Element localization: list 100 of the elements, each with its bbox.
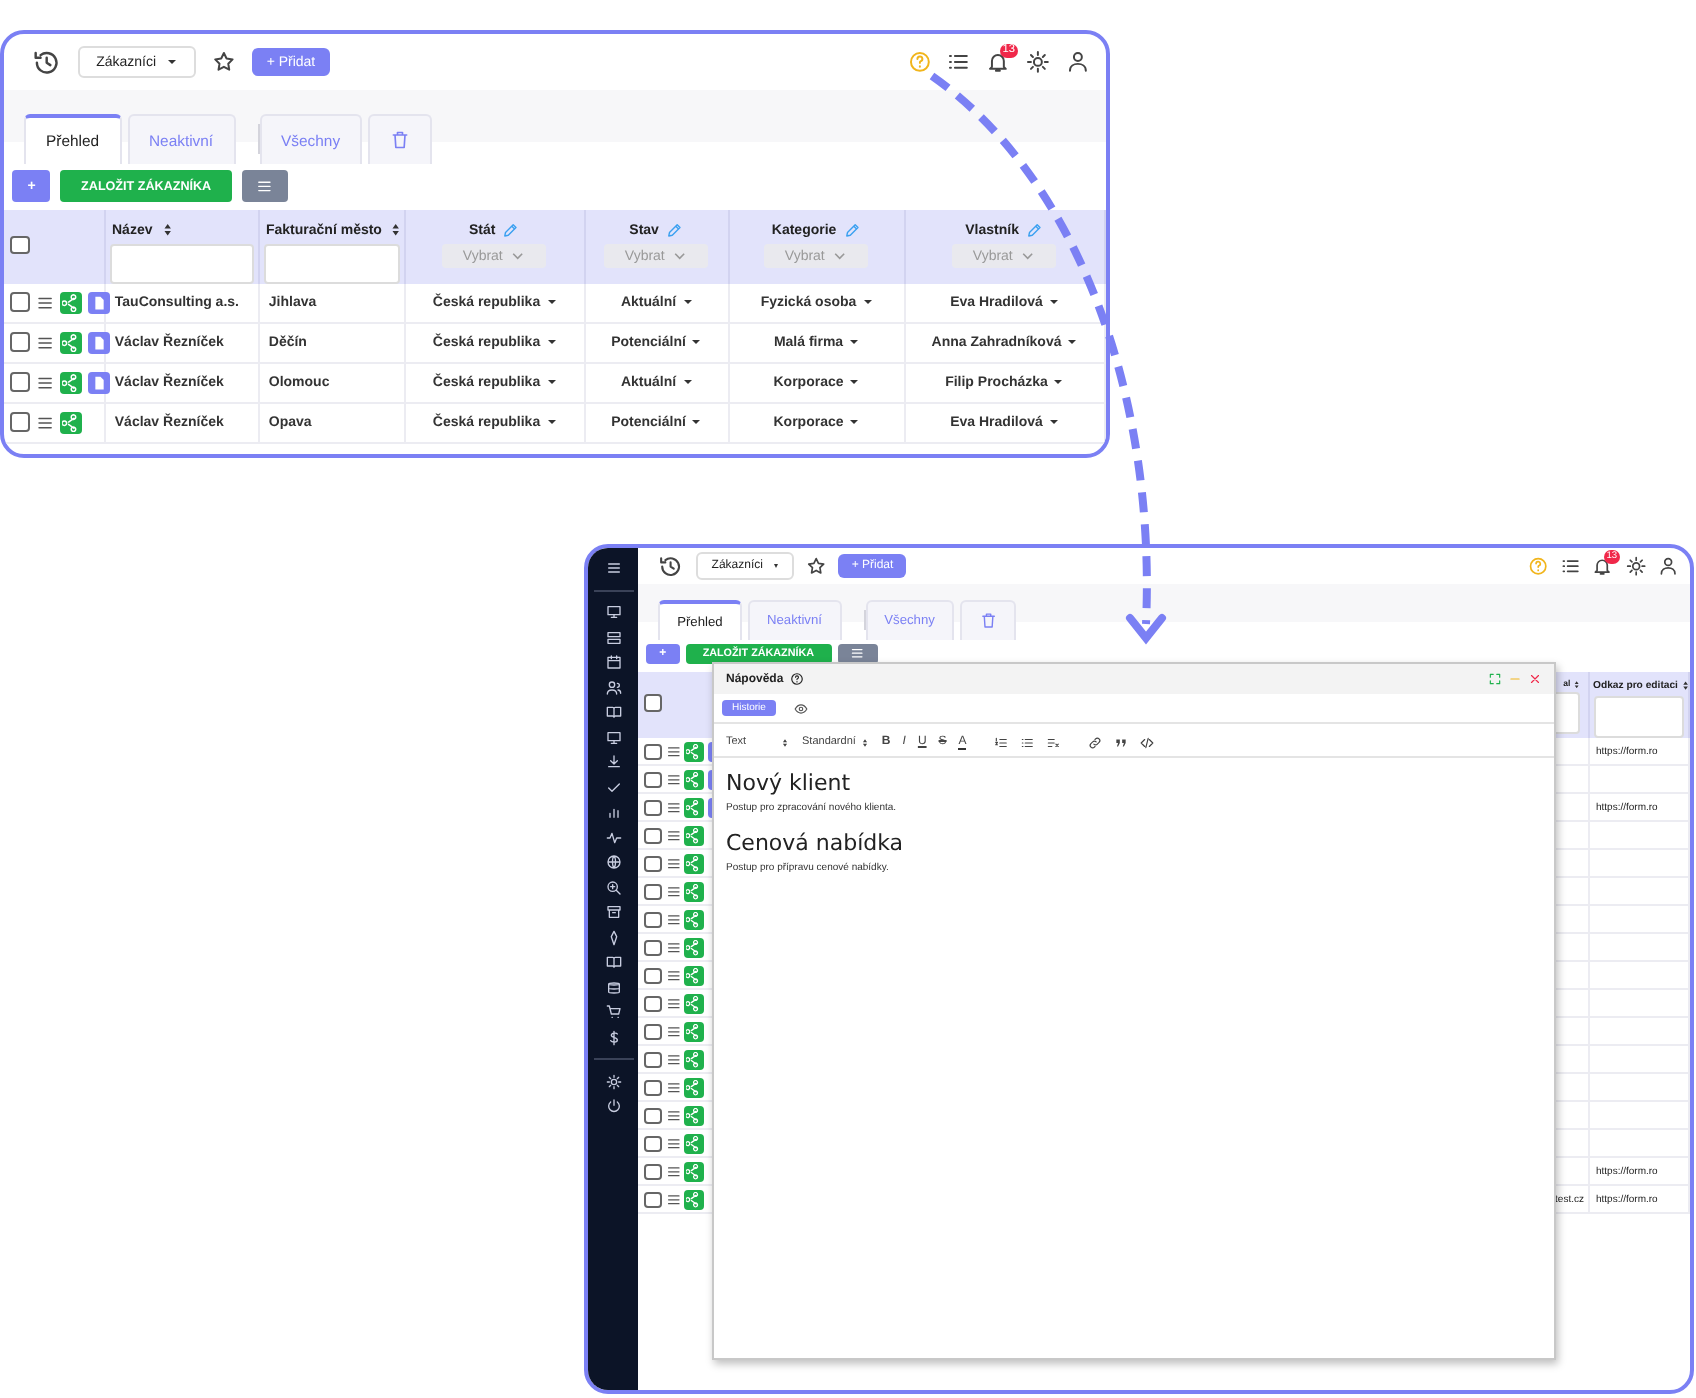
monitor-icon[interactable] bbox=[605, 604, 621, 620]
checkbox[interactable] bbox=[644, 694, 662, 713]
menu-button[interactable] bbox=[241, 170, 289, 202]
chevron-icon bbox=[509, 248, 526, 264]
menu-icon[interactable] bbox=[665, 772, 681, 788]
cart-icon[interactable] bbox=[605, 1004, 621, 1020]
checkbox[interactable] bbox=[644, 1191, 662, 1209]
link-icon[interactable] bbox=[1088, 735, 1103, 749]
menu-icon[interactable] bbox=[665, 884, 681, 900]
caret-icon bbox=[547, 379, 556, 384]
checkbox[interactable] bbox=[644, 827, 662, 845]
calendar-icon[interactable] bbox=[605, 654, 621, 670]
caret-icon bbox=[850, 339, 859, 344]
menu-icon[interactable] bbox=[665, 1024, 681, 1040]
quote-icon[interactable] bbox=[1114, 735, 1129, 749]
monitor-icon[interactable] bbox=[605, 729, 621, 745]
filter-field[interactable] bbox=[109, 243, 253, 284]
list-icon[interactable] bbox=[1560, 555, 1581, 577]
star-icon[interactable] bbox=[211, 50, 236, 74]
checkbox[interactable] bbox=[10, 332, 30, 353]
checkbox[interactable] bbox=[10, 292, 30, 313]
checkbox[interactable] bbox=[644, 911, 662, 929]
checkbox[interactable] bbox=[10, 412, 30, 433]
sort-icon bbox=[859, 737, 870, 747]
checkbox[interactable] bbox=[644, 799, 662, 817]
menu-icon[interactable] bbox=[35, 373, 54, 392]
expand-icon[interactable] bbox=[1488, 672, 1502, 686]
checkbox[interactable] bbox=[644, 995, 662, 1013]
menu-icon[interactable] bbox=[665, 940, 681, 956]
globe-icon[interactable] bbox=[605, 854, 621, 870]
numbered-list-icon[interactable] bbox=[994, 735, 1009, 749]
checkbox[interactable] bbox=[644, 1135, 662, 1153]
menu-icon[interactable] bbox=[665, 1080, 681, 1096]
history-icon[interactable] bbox=[658, 553, 684, 579]
menu-icon[interactable] bbox=[665, 1052, 681, 1068]
close-icon[interactable] bbox=[1528, 672, 1542, 686]
checkbox[interactable] bbox=[644, 967, 662, 985]
checkbox[interactable] bbox=[644, 1079, 662, 1097]
checkbox[interactable] bbox=[644, 771, 662, 789]
menu-icon bbox=[256, 177, 274, 195]
sort-icon[interactable] bbox=[1680, 680, 1690, 692]
sort-icon[interactable] bbox=[159, 222, 175, 238]
checkbox[interactable] bbox=[644, 1023, 662, 1041]
user-icon[interactable] bbox=[1066, 50, 1090, 74]
book-icon[interactable] bbox=[605, 704, 621, 720]
filter-field[interactable] bbox=[263, 243, 399, 284]
menu-icon[interactable] bbox=[665, 1136, 681, 1152]
menu-icon[interactable] bbox=[35, 333, 54, 352]
list-icon[interactable] bbox=[1020, 735, 1035, 749]
bars-icon[interactable] bbox=[605, 804, 621, 820]
menu-icon[interactable] bbox=[665, 800, 681, 816]
document-icon[interactable] bbox=[87, 291, 111, 314]
history-icon[interactable] bbox=[32, 47, 62, 77]
menu-icon[interactable] bbox=[665, 1108, 681, 1124]
menu-icon[interactable] bbox=[665, 1192, 681, 1208]
check-icon[interactable] bbox=[605, 779, 621, 795]
checkbox[interactable] bbox=[10, 372, 30, 393]
menu-icon[interactable] bbox=[665, 744, 681, 760]
menu-icon[interactable] bbox=[665, 1164, 681, 1180]
clear-format-icon[interactable] bbox=[1046, 735, 1061, 749]
list-icon[interactable] bbox=[946, 50, 971, 74]
menu-icon[interactable] bbox=[665, 912, 681, 928]
sort-icon[interactable] bbox=[388, 222, 405, 238]
settings-icon[interactable] bbox=[1625, 555, 1646, 577]
book-icon[interactable] bbox=[605, 954, 621, 970]
checkbox[interactable] bbox=[644, 1107, 662, 1125]
checkbox[interactable] bbox=[644, 743, 662, 761]
server-icon[interactable] bbox=[605, 629, 621, 645]
menu-icon[interactable] bbox=[665, 828, 681, 844]
database-icon[interactable] bbox=[605, 979, 621, 995]
caret-icon bbox=[773, 564, 778, 568]
document-icon[interactable] bbox=[87, 371, 111, 394]
archive-icon[interactable] bbox=[605, 904, 621, 920]
menu-icon[interactable] bbox=[665, 856, 681, 872]
star-icon[interactable] bbox=[806, 555, 827, 577]
checkbox[interactable] bbox=[644, 855, 662, 873]
users-icon[interactable] bbox=[605, 679, 621, 695]
checkbox[interactable] bbox=[644, 883, 662, 901]
checkbox[interactable] bbox=[644, 1163, 662, 1181]
filter-field[interactable] bbox=[1594, 696, 1684, 739]
user-icon[interactable] bbox=[1657, 555, 1678, 577]
zoom-icon[interactable] bbox=[605, 879, 621, 895]
bell-icon[interactable] bbox=[1592, 555, 1614, 577]
bell-icon[interactable] bbox=[986, 50, 1011, 74]
checkbox[interactable] bbox=[644, 1051, 662, 1069]
menu-icon[interactable] bbox=[35, 293, 54, 312]
menu-icon[interactable] bbox=[665, 968, 681, 984]
dollar-icon[interactable] bbox=[605, 1029, 621, 1045]
checkbox[interactable] bbox=[644, 939, 662, 957]
document-icon[interactable] bbox=[87, 331, 111, 354]
settings-icon[interactable] bbox=[1026, 50, 1051, 74]
power-icon[interactable] bbox=[605, 1098, 621, 1114]
menu-icon[interactable] bbox=[35, 413, 54, 432]
pulse-icon[interactable] bbox=[605, 829, 621, 845]
menu-button[interactable] bbox=[837, 644, 879, 664]
code-icon[interactable] bbox=[1140, 735, 1155, 749]
eye-icon bbox=[793, 701, 808, 715]
menu-icon[interactable] bbox=[665, 996, 681, 1012]
checkbox[interactable] bbox=[10, 235, 30, 255]
download-icon[interactable] bbox=[605, 754, 621, 770]
